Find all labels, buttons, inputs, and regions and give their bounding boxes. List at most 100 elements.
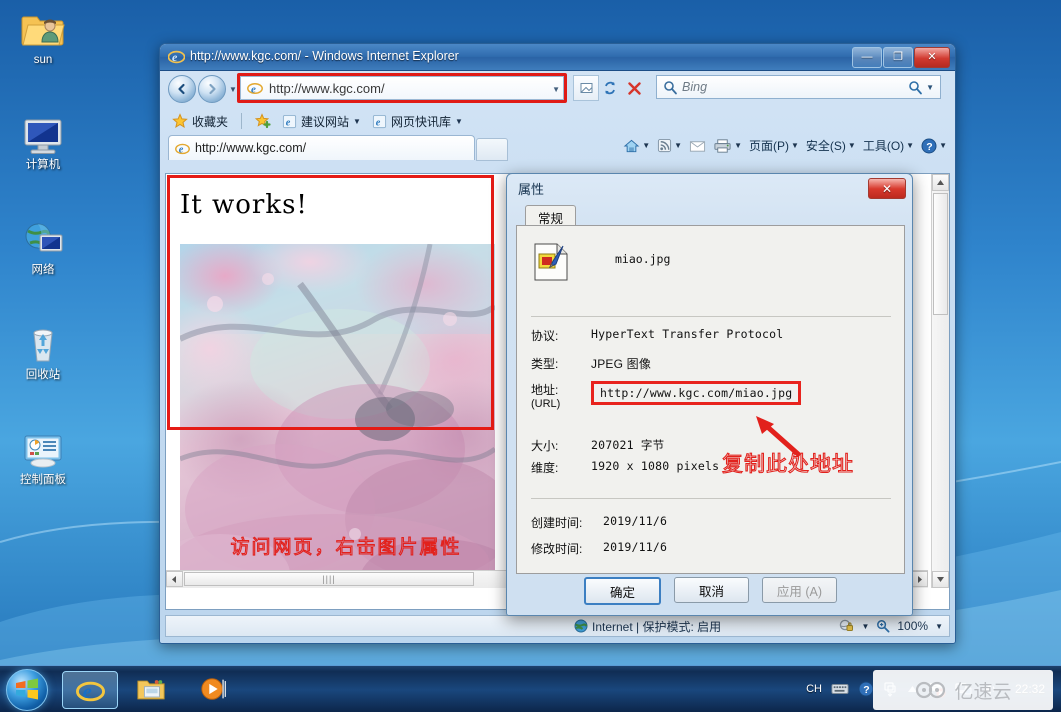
taskbar-ie[interactable]: e	[62, 671, 118, 709]
chevron-down-icon[interactable]: ▼	[906, 141, 914, 150]
desktop-icon-recycle-bin[interactable]: 回收站	[0, 323, 86, 382]
safety-menu-button[interactable]: 安全(S) ▼	[804, 136, 858, 155]
address-bar[interactable]: e http://www.kgc.com/ ▼	[240, 76, 564, 100]
favorites-bar: 收藏夹 e 建议网站 ▼ e 网页快讯库 ▼	[160, 108, 955, 134]
security-zone[interactable]: Internet | 保护模式: 启用	[574, 618, 721, 635]
ok-button[interactable]: 确定	[584, 577, 661, 605]
refresh-button[interactable]	[597, 75, 623, 101]
cancel-button[interactable]: 取消	[674, 577, 749, 603]
apply-button[interactable]: 应用 (A)	[762, 577, 837, 603]
compatibility-view-button[interactable]	[573, 75, 599, 101]
print-button[interactable]: ▼	[711, 137, 744, 155]
zoom-level-label[interactable]: 100%	[897, 619, 928, 633]
chevron-right-icon	[918, 575, 922, 583]
page-menu-label: 页面(P)	[748, 139, 789, 153]
dialog-titlebar[interactable]: 属性 ✕	[507, 174, 912, 201]
home-button[interactable]: ▼	[621, 137, 652, 155]
taskbar-media-player[interactable]	[186, 671, 240, 707]
desktop-icon-control-panel[interactable]: 控制面板	[0, 428, 86, 487]
dialog-body: 常规 miao.jpg 协议: HyperText Transfer Proto…	[516, 205, 905, 575]
page-image[interactable]: 访问网页，右击图片属性	[180, 244, 495, 588]
scroll-down-button[interactable]	[932, 571, 949, 588]
tools-menu-label: 工具(O)	[862, 139, 905, 153]
watermark-text: 亿速云	[954, 681, 1012, 703]
vertical-scroll-thumb[interactable]	[933, 193, 948, 315]
privacy-lock-icon[interactable]	[839, 619, 854, 633]
desktop-icon-sun[interactable]: sun	[0, 8, 86, 67]
command-bar: ▼ ▼ ▼ 页面(P) ▼ 安全(S) ▼ 工具(O) ▼ ? ▼	[621, 136, 949, 155]
new-tab-button[interactable]	[476, 138, 508, 161]
search-go-icon[interactable]	[908, 80, 923, 95]
window-titlebar[interactable]: e http://www.kgc.com/ - Windows Internet…	[160, 44, 955, 71]
search-dropdown-icon[interactable]: ▼	[926, 83, 934, 92]
tools-menu-button[interactable]: 工具(O) ▼	[861, 136, 916, 155]
chevron-down-icon[interactable]: ▼	[674, 141, 682, 150]
chevron-down-icon[interactable]: ▼	[642, 141, 650, 150]
close-button[interactable]: ✕	[914, 47, 950, 68]
start-button[interactable]	[6, 669, 48, 711]
forward-arrow-icon	[209, 83, 216, 95]
desktop-icon-computer[interactable]: 计算机	[0, 113, 86, 172]
mail-button[interactable]	[687, 138, 708, 154]
chevron-down-icon[interactable]: ▼	[861, 622, 869, 631]
taskbar: e CH ? 亿速云	[0, 665, 1061, 712]
forward-button[interactable]	[198, 75, 226, 103]
dialog-close-button[interactable]: ✕	[868, 178, 906, 199]
watermark: 亿速云	[873, 670, 1053, 710]
help-icon[interactable]: ?	[858, 681, 874, 697]
minimize-button[interactable]: —	[852, 47, 882, 68]
stop-button[interactable]	[621, 75, 647, 101]
address-dropdown-icon[interactable]: ▼	[552, 85, 560, 94]
recent-pages-caret-icon[interactable]: ▼	[229, 85, 237, 94]
feeds-button[interactable]: ▼	[655, 137, 684, 154]
favorites-button[interactable]: 收藏夹	[169, 112, 231, 131]
globe-icon	[574, 619, 588, 633]
ie-icon: e	[168, 50, 185, 64]
page-menu-button[interactable]: 页面(P) ▼	[747, 136, 801, 155]
keyboard-icon[interactable]	[831, 682, 849, 696]
property-dimensions: 维度: 1920 x 1080 pixels	[531, 459, 719, 476]
desktop-icon-network[interactable]: 网络	[0, 218, 86, 277]
address-label-sub: (URL)	[531, 398, 561, 410]
svg-text:?: ?	[926, 141, 932, 153]
search-icon	[664, 80, 677, 94]
ime-language-indicator[interactable]: CH	[806, 683, 822, 695]
back-button[interactable]	[168, 75, 196, 103]
security-zone-label: Internet | 保护模式: 启用	[592, 619, 722, 634]
chevron-down-icon[interactable]: ▼	[848, 141, 856, 150]
search-input[interactable]: Bing	[682, 80, 707, 94]
address-value-highlight[interactable]: http://www.kgc.com/miao.jpg	[591, 381, 802, 405]
favorites-label: 收藏夹	[192, 114, 229, 129]
properties-dialog: 属性 ✕ 常规 miao.jpg 协议: HyperText Transfer …	[506, 173, 913, 616]
chevron-down-icon[interactable]: ▼	[791, 141, 799, 150]
tab-row: e http://www.kgc.com/ ▼ ▼ ▼ 页面(P) ▼ 安全(S…	[160, 134, 955, 161]
taskbar-explorer[interactable]	[124, 671, 178, 707]
nav-buttons: ▼	[168, 75, 237, 103]
add-favorites-button[interactable]	[252, 112, 274, 130]
chevron-down-icon[interactable]: ▼	[353, 117, 361, 126]
property-size: 大小: 207021 字节	[531, 437, 664, 454]
chevron-down-icon[interactable]: ▼	[734, 141, 742, 150]
help-menu-button[interactable]: ? ▼	[919, 137, 949, 155]
size-label: 大小:	[531, 439, 559, 453]
zoom-icon[interactable]	[876, 619, 890, 633]
web-slice-gallery-button[interactable]: e 网页快讯库 ▼	[369, 112, 466, 131]
protocol-value: HyperText Transfer Protocol	[591, 327, 784, 341]
vertical-scrollbar[interactable]	[931, 174, 949, 588]
svg-text:e: e	[286, 117, 291, 128]
chevron-down-icon[interactable]: ▼	[935, 622, 943, 631]
horizontal-scroll-thumb[interactable]: ||||	[184, 572, 474, 586]
chevron-up-icon	[937, 180, 944, 185]
suggested-sites-button[interactable]: e 建议网站 ▼	[279, 112, 364, 131]
ie-icon: e	[75, 681, 105, 703]
tab-kgc[interactable]: e http://www.kgc.com/	[168, 135, 475, 160]
address-input[interactable]: http://www.kgc.com/	[269, 81, 385, 96]
scroll-left-button[interactable]	[166, 571, 183, 587]
address-label: 地址: (URL)	[531, 381, 591, 410]
chevron-down-icon[interactable]: ▼	[455, 117, 463, 126]
file-name: miao.jpg	[615, 252, 671, 266]
maximize-button[interactable]: ❐	[883, 47, 913, 68]
search-box[interactable]: Bing ▼	[656, 75, 941, 99]
scroll-up-button[interactable]	[932, 174, 949, 191]
chevron-down-icon[interactable]: ▼	[939, 141, 947, 150]
